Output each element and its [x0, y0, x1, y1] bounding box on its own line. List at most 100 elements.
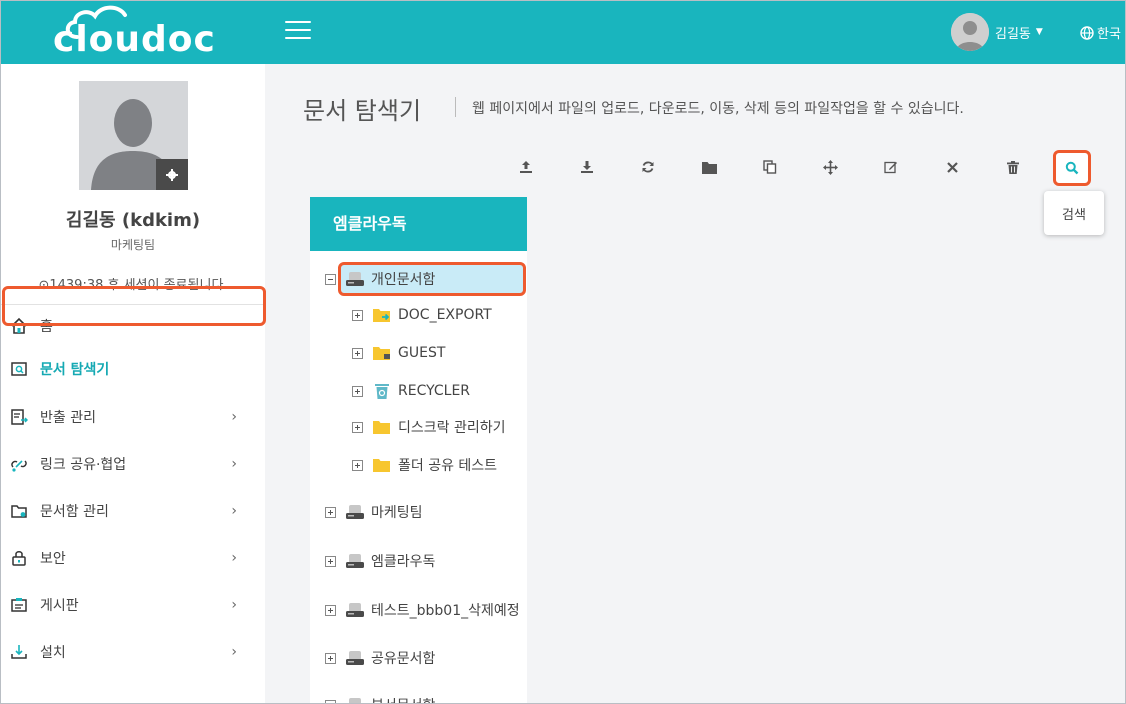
sidebar-item-document-explorer[interactable]: 문서 탐색기	[1, 349, 265, 389]
profile-name: 김길동 (kdkim)	[65, 210, 201, 231]
sidebar-item-board[interactable]: 게시판 ›	[1, 585, 265, 625]
move-button[interactable]	[816, 153, 844, 181]
sidebar-item-security[interactable]: 보안 ›	[1, 538, 265, 578]
sidebar-item-label: 게시판	[40, 598, 79, 614]
expand-toggle-icon[interactable]	[325, 555, 336, 567]
folder-settings-icon	[8, 500, 30, 522]
upload-button[interactable]	[512, 153, 540, 181]
folder-export-icon	[372, 306, 392, 324]
sidebar-item-folder-management[interactable]: 문서함 관리 ›	[1, 491, 265, 531]
recycle-bin-icon	[372, 382, 392, 400]
sidebar-item-label: 링크 공유·협업	[40, 457, 127, 473]
tree-node-label: 개인문서함	[371, 272, 436, 288]
search-button[interactable]	[1053, 150, 1091, 186]
download-icon	[581, 161, 593, 173]
lock-icon	[8, 547, 30, 569]
refresh-icon	[642, 161, 654, 173]
page-description: 웹 페이지에서 파일의 업로드, 다운로드, 이동, 삭제 등의 파일작업을 할…	[472, 101, 964, 117]
copy-button[interactable]	[756, 153, 784, 181]
sidebar-item-label: 설치	[40, 645, 66, 661]
tree-node-mcloudoc[interactable]: 엠클라우독	[325, 547, 435, 575]
language-selector[interactable]: 한국	[1080, 23, 1121, 42]
gear-icon	[166, 168, 178, 181]
tree-node-label: 테스트_bbb01_삭제예정	[371, 603, 520, 619]
user-menu[interactable]: 김길동 ▼	[951, 13, 1043, 51]
tree-node-marketing[interactable]: 마케팅팀	[325, 498, 423, 526]
refresh-button[interactable]	[634, 153, 662, 181]
profile-settings-button[interactable]	[156, 159, 188, 190]
sidebar-item-install[interactable]: 설치 ›	[1, 632, 265, 672]
sidebar-item-label: 반출 관리	[40, 410, 96, 426]
app-frame: cloudoc 김길동 ▼ 한국 김길동 (kdkim) 마케팅팀 ⊙1439:…	[0, 0, 1126, 704]
language-label: 한국	[1097, 27, 1121, 42]
copy-icon	[763, 160, 777, 174]
new-folder-button[interactable]	[695, 153, 723, 181]
expand-toggle-icon[interactable]	[352, 347, 363, 359]
menu-highlight-box	[2, 286, 266, 326]
chevron-right-icon: ›	[231, 550, 237, 566]
tree-node-disklock[interactable]: 디스크락 관리하기	[352, 413, 506, 441]
folder-icon	[372, 456, 392, 474]
drive-icon	[345, 601, 365, 619]
cloudoc-logo[interactable]: cloudoc	[49, 5, 224, 61]
tree-node-personal[interactable]: 개인문서함	[325, 265, 435, 293]
edit-button[interactable]	[877, 153, 905, 181]
chevron-right-icon: ›	[231, 503, 237, 519]
page-title: 문서 탐색기	[303, 97, 422, 125]
tree-node-label: 폴더 공유 테스트	[398, 458, 498, 474]
upload-icon	[520, 161, 532, 173]
tree-node-guest[interactable]: GUEST	[352, 339, 445, 367]
tree-node-test-bbb01[interactable]: 테스트_bbb01_삭제예정	[325, 596, 527, 624]
close-icon	[946, 161, 958, 173]
folder-icon	[372, 418, 392, 436]
tree-node-label: 엠클라우독	[371, 554, 436, 570]
user-silhouette-icon	[951, 13, 989, 51]
delete-button[interactable]	[999, 153, 1027, 181]
expand-toggle-icon[interactable]	[352, 421, 363, 433]
edit-icon	[884, 161, 897, 174]
expand-toggle-icon[interactable]	[325, 652, 336, 664]
menu-toggle-button[interactable]	[285, 21, 311, 43]
tree-node-recycler[interactable]: RECYCLER	[352, 377, 470, 405]
tree-node-label: RECYCLER	[398, 383, 471, 399]
search-tooltip: 검색	[1044, 191, 1104, 235]
export-icon	[8, 406, 30, 428]
tree-node-label: 디스크락 관리하기	[398, 420, 506, 436]
search-icon	[1065, 161, 1079, 175]
sidebar-item-label: 문서 탐색기	[40, 362, 110, 378]
expand-toggle-icon[interactable]	[352, 309, 363, 321]
avatar	[951, 13, 989, 51]
tree-node-folder-share-test[interactable]: 폴더 공유 테스트	[352, 451, 497, 479]
expand-toggle-icon[interactable]	[325, 506, 336, 518]
close-button[interactable]	[938, 153, 966, 181]
tree-node-doc-export[interactable]: DOC_EXPORT	[352, 301, 492, 329]
chevron-right-icon: ›	[231, 456, 237, 472]
sidebar-item-export[interactable]: 반출 관리 ›	[1, 397, 265, 437]
download-button[interactable]	[573, 153, 601, 181]
sidebar-item-link-share[interactable]: 링크 공유·협업 ›	[1, 444, 265, 484]
chevron-right-icon: ›	[231, 597, 237, 613]
chevron-right-icon: ›	[231, 409, 237, 425]
move-icon	[822, 159, 838, 175]
expand-toggle-icon[interactable]	[352, 385, 363, 397]
drive-icon	[345, 270, 365, 288]
trash-icon	[1007, 160, 1019, 174]
drive-icon	[345, 696, 365, 703]
expand-toggle-icon[interactable]	[325, 604, 336, 616]
tree-node-label: 공유문서함	[371, 651, 436, 667]
globe-icon	[1080, 25, 1094, 40]
tree-node-shared[interactable]: 공유문서함	[325, 644, 435, 672]
tree-node-department[interactable]: 부서문서함	[325, 691, 435, 703]
tree-panel-title: 엠클라우독	[310, 197, 527, 251]
expand-toggle-icon[interactable]	[352, 459, 363, 471]
top-header: cloudoc 김길동 ▼ 한국	[1, 1, 1125, 64]
link-share-icon	[8, 453, 30, 475]
drive-icon	[345, 649, 365, 667]
sidebar-item-label: 문서함 관리	[40, 504, 109, 520]
document-search-icon	[8, 358, 30, 380]
drive-icon	[345, 503, 365, 521]
download-install-icon	[8, 641, 30, 663]
user-name: 김길동	[995, 26, 1031, 42]
collapse-toggle-icon[interactable]	[325, 273, 336, 285]
expand-toggle-icon[interactable]	[325, 699, 336, 703]
